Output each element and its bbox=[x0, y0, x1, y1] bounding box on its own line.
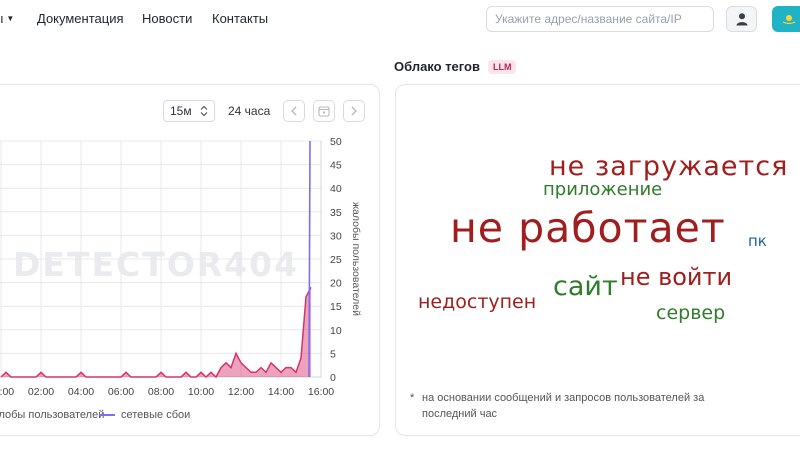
x-tick-label: 10:00 bbox=[188, 386, 214, 398]
kazakhstan-flag-icon bbox=[782, 15, 796, 25]
x-tick-label: 14:00 bbox=[268, 386, 294, 398]
y-tick-label: 30 bbox=[330, 230, 342, 242]
complaints-line bbox=[0, 286, 312, 379]
tag-unavailable[interactable]: недоступен bbox=[418, 293, 536, 312]
y-tick-label: 40 bbox=[330, 183, 342, 195]
tag-server[interactable]: сервер bbox=[656, 304, 725, 323]
y-axis-title: жалобы пользователей bbox=[350, 202, 362, 316]
y-tick-label: 0 bbox=[330, 372, 336, 384]
tag-not-loading[interactable]: не загружается bbox=[549, 153, 788, 180]
x-tick-label: 04:00 bbox=[68, 386, 94, 398]
legend-item-network-failures[interactable]: сетевые сбои bbox=[99, 409, 190, 421]
nav-item-contacts[interactable]: Контакты bbox=[212, 11, 268, 26]
nav-item-partial-label: ы bbox=[0, 11, 3, 26]
legend-line-network-failures bbox=[99, 414, 115, 416]
user-button[interactable] bbox=[726, 6, 757, 32]
y-tick-label: 25 bbox=[330, 254, 342, 266]
search-input[interactable] bbox=[486, 6, 714, 32]
footnote-star: * bbox=[410, 392, 415, 404]
tag-cannot-login[interactable]: не войти bbox=[620, 265, 732, 289]
y-tick-label: 15 bbox=[330, 301, 342, 313]
tag-not-working[interactable]: не работает bbox=[450, 208, 726, 249]
y-tick-label: 10 bbox=[330, 325, 342, 337]
x-tick-label: 12:00 bbox=[228, 386, 254, 398]
legend-complaints-label: жалобы пользователей bbox=[0, 409, 105, 421]
y-tick-label: 20 bbox=[330, 278, 342, 290]
language-flag-button[interactable] bbox=[772, 6, 800, 32]
tag-cloud-header: Облако тегов LLM bbox=[394, 59, 517, 74]
footnote-text: на основании сообщений и запросов пользо… bbox=[422, 392, 705, 420]
nav-item-partial[interactable]: ы▼ bbox=[0, 11, 14, 26]
legend-item-complaints[interactable]: жалобы пользователей bbox=[0, 409, 104, 421]
tag-site[interactable]: сайт bbox=[553, 273, 618, 300]
x-tick-label: 02:00 bbox=[28, 386, 54, 398]
tag-pc[interactable]: пк bbox=[748, 234, 767, 249]
x-tick-label: 16:00 bbox=[308, 386, 334, 398]
x-tick-label: 08:00 bbox=[148, 386, 174, 398]
x-tick-label: 00:00 bbox=[0, 386, 14, 398]
complaints-chart: 0 5 10 15 20 25 30 35 40 45 50 00:00 02:00 04:00 06:00… bbox=[0, 136, 362, 398]
nav-item-documentation[interactable]: Документация bbox=[37, 11, 124, 26]
y-tick-label: 5 bbox=[330, 348, 336, 360]
chevron-down-icon: ▼ bbox=[6, 14, 15, 23]
legend-network-failures-label: сетевые сбои bbox=[121, 409, 191, 421]
llm-badge: LLM bbox=[487, 59, 517, 74]
y-tick-label: 50 bbox=[330, 136, 342, 148]
x-tick-label: 06:00 bbox=[108, 386, 134, 398]
nav-item-news[interactable]: Новости bbox=[142, 11, 192, 26]
complaints-area bbox=[1, 287, 311, 377]
tag-app[interactable]: приложение bbox=[543, 181, 662, 199]
tag-cloud-title: Облако тегов bbox=[394, 59, 480, 74]
y-tick-label: 35 bbox=[330, 207, 342, 219]
y-tick-label: 45 bbox=[330, 160, 342, 172]
tag-cloud-card: не загружается приложение не работает пк… bbox=[395, 84, 800, 436]
complaints-chart-card: 15м 24 часа DETECTOR404 0 5 10 15 20 25 30 35 40… bbox=[0, 84, 380, 436]
user-icon bbox=[736, 13, 747, 26]
tag-cloud-footnote: * на основании сообщений и запросов поль… bbox=[410, 390, 740, 422]
network-failures-line bbox=[308, 140, 311, 378]
top-navigation: ы▼ Документация Новости Контакты bbox=[0, 0, 800, 38]
